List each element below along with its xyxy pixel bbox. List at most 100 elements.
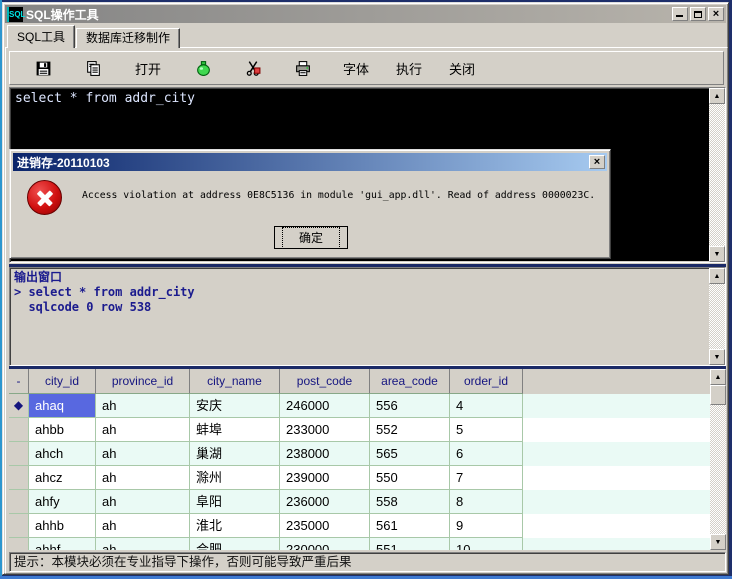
save-button[interactable] xyxy=(18,55,68,81)
execute-button[interactable]: 执行 xyxy=(384,55,434,81)
dialog-title-bar[interactable]: 进销存-20110103 × xyxy=(13,153,607,171)
row-indicator xyxy=(9,466,29,490)
execute-label: 执行 xyxy=(396,59,422,78)
column-header-indicator[interactable]: - xyxy=(9,369,29,394)
cell-city_id[interactable]: ahhf xyxy=(29,538,96,550)
cell-area_code[interactable]: 556 xyxy=(370,394,450,418)
cell-order_id[interactable]: 5 xyxy=(450,418,523,442)
cell-area_code[interactable]: 550 xyxy=(370,466,450,490)
cell-province_id[interactable]: ah xyxy=(96,514,190,538)
cell-province_id[interactable]: ah xyxy=(96,466,190,490)
tab-db-migration[interactable]: 数据库迁移制作 xyxy=(76,28,180,48)
cell-city_name[interactable]: 安庆 xyxy=(190,394,280,418)
cell-order_id[interactable]: 10 xyxy=(450,538,523,550)
close-tool-label: 关闭 xyxy=(449,59,475,78)
scroll-track[interactable] xyxy=(709,104,725,246)
cell-area_code[interactable]: 565 xyxy=(370,442,450,466)
output-line: sqlcode 0 row 538 xyxy=(14,300,151,314)
cell-order_id[interactable]: 9 xyxy=(450,514,523,538)
output-window: 输出窗口> select * from addr_city sqlcode 0 … xyxy=(9,267,726,366)
cell-order_id[interactable]: 6 xyxy=(450,442,523,466)
column-header-post_code[interactable]: post_code xyxy=(280,369,370,394)
cut-button[interactable] xyxy=(228,55,278,81)
cell-city_id[interactable]: ahch xyxy=(29,442,96,466)
cell-area_code[interactable]: 561 xyxy=(370,514,450,538)
scroll-up-icon[interactable]: ▲ xyxy=(709,88,725,104)
table-row: ◆ahaqah安庆2460005564 xyxy=(9,394,710,418)
output-scrollbar[interactable]: ▲ ▼ xyxy=(709,268,725,365)
editor-scrollbar[interactable]: ▲ ▼ xyxy=(709,88,725,262)
flask-icon xyxy=(195,60,212,77)
cell-province_id[interactable]: ah xyxy=(96,490,190,514)
table-row: ahfyah阜阳2360005588 xyxy=(9,490,710,514)
column-header-area_code[interactable]: area_code xyxy=(370,369,450,394)
dialog-close-button[interactable]: × xyxy=(589,155,605,169)
scroll-thumb[interactable] xyxy=(710,385,726,405)
font-button[interactable]: 字体 xyxy=(328,55,384,81)
grid-header: -city_idprovince_idcity_namepost_codeare… xyxy=(9,369,710,394)
tab-sql-tool[interactable]: SQL工具 xyxy=(7,25,75,48)
column-header-city_id[interactable]: city_id xyxy=(29,369,96,394)
cell-city_name[interactable]: 滁州 xyxy=(190,466,280,490)
cell-area_code[interactable]: 558 xyxy=(370,490,450,514)
maximize-icon xyxy=(694,11,702,18)
cell-city_name[interactable]: 阜阳 xyxy=(190,490,280,514)
cell-province_id[interactable]: ah xyxy=(96,538,190,550)
cell-city_id[interactable]: ahfy xyxy=(29,490,96,514)
cell-city_name[interactable]: 巢湖 xyxy=(190,442,280,466)
cell-area_code[interactable]: 551 xyxy=(370,538,450,550)
cell-city_id[interactable]: ahaq xyxy=(29,394,96,418)
row-indicator xyxy=(9,514,29,538)
copy-button[interactable] xyxy=(68,55,118,81)
grid-scrollbar[interactable]: ▲ ▼ xyxy=(710,369,726,550)
cell-city_name[interactable]: 蚌埠 xyxy=(190,418,280,442)
maximize-button[interactable] xyxy=(690,7,706,21)
cell-post_code[interactable]: 235000 xyxy=(280,514,370,538)
cell-city_name[interactable]: 淮北 xyxy=(190,514,280,538)
scroll-up-icon[interactable]: ▲ xyxy=(710,369,726,385)
cell-post_code[interactable]: 246000 xyxy=(280,394,370,418)
cell-province_id[interactable]: ah xyxy=(96,394,190,418)
copy-icon xyxy=(85,60,102,77)
minimize-button[interactable] xyxy=(672,7,688,21)
run-flask-button[interactable] xyxy=(178,55,228,81)
cell-post_code[interactable]: 238000 xyxy=(280,442,370,466)
title-bar[interactable]: SQL SQL操作工具 × xyxy=(5,5,726,23)
cell-province_id[interactable]: ah xyxy=(96,442,190,466)
scroll-track[interactable] xyxy=(709,284,725,349)
tab-label: SQL工具 xyxy=(17,30,65,44)
column-header-order_id[interactable]: order_id xyxy=(450,369,523,394)
print-button[interactable] xyxy=(278,55,328,81)
column-header-province_id[interactable]: province_id xyxy=(96,369,190,394)
cell-post_code[interactable]: 230000 xyxy=(280,538,370,550)
close-button[interactable]: × xyxy=(708,7,724,21)
scroll-down-icon[interactable]: ▼ xyxy=(710,534,726,550)
ok-button[interactable]: 确定 xyxy=(274,226,348,249)
open-label: 打开 xyxy=(135,59,161,78)
cell-order_id[interactable]: 4 xyxy=(450,394,523,418)
minimize-icon xyxy=(676,15,683,17)
close-tool-button[interactable]: 关闭 xyxy=(434,55,490,81)
cell-post_code[interactable]: 239000 xyxy=(280,466,370,490)
cell-province_id[interactable]: ah xyxy=(96,418,190,442)
cell-area_code[interactable]: 552 xyxy=(370,418,450,442)
cut-icon xyxy=(244,60,262,77)
scroll-up-icon[interactable]: ▲ xyxy=(709,268,725,284)
grid-body: ◆ahaqah安庆2460005564ahbbah蚌埠2330005525ahc… xyxy=(9,394,710,550)
scroll-track[interactable] xyxy=(710,405,726,534)
cell-city_id[interactable]: ahhb xyxy=(29,514,96,538)
ok-label: 确定 xyxy=(282,227,340,249)
table-row: ahchah巢湖2380005656 xyxy=(9,442,710,466)
cell-post_code[interactable]: 236000 xyxy=(280,490,370,514)
scroll-down-icon[interactable]: ▼ xyxy=(709,349,725,365)
cell-city_id[interactable]: ahcz xyxy=(29,466,96,490)
cell-post_code[interactable]: 233000 xyxy=(280,418,370,442)
cell-order_id[interactable]: 7 xyxy=(450,466,523,490)
cell-city_id[interactable]: ahbb xyxy=(29,418,96,442)
cell-order_id[interactable]: 8 xyxy=(450,490,523,514)
column-header-city_name[interactable]: city_name xyxy=(190,369,280,394)
open-button[interactable]: 打开 xyxy=(118,55,178,81)
scroll-down-icon[interactable]: ▼ xyxy=(709,246,725,262)
cell-city_name[interactable]: 合肥 xyxy=(190,538,280,550)
row-indicator xyxy=(9,442,29,466)
